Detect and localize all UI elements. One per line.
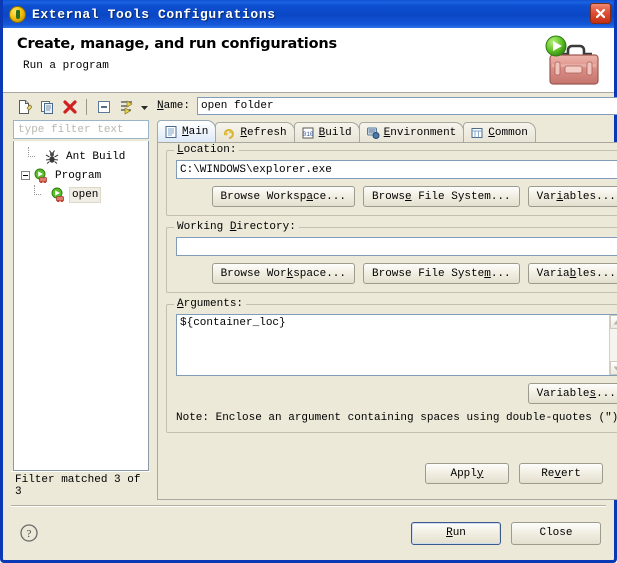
location-input[interactable] [176, 160, 617, 179]
working-directory-input[interactable] [176, 237, 617, 256]
tab-bar: Main Refresh 010 Build Environment Commo… [155, 120, 617, 142]
workdir-browse-workspace-button[interactable]: Browse Wor k space... [211, 263, 355, 284]
page-title: Create, manage, and run configurations [17, 36, 337, 52]
new-document-icon[interactable] [13, 97, 34, 117]
location-group: Location: Browse Workspace... Browse Fil… [166, 144, 617, 216]
tab-label: Refresh [240, 126, 287, 139]
location-variables-button[interactable]: Var i ables... [527, 186, 617, 207]
footer-separator [11, 505, 606, 507]
location-browse-file-system-button[interactable]: Brows e File System... [362, 186, 520, 207]
configurations-toolbar [11, 95, 150, 119]
main-document-icon [164, 125, 178, 139]
arguments-group: Arguments: ${container_loc} Variable s .… [166, 298, 617, 433]
tree-item-label: Program [55, 169, 102, 182]
location-buttons: Browse Worksp a ce... Brows e File System..… [176, 186, 617, 207]
working-directory-group-title: Working Directory: [174, 221, 299, 233]
window-titlebar: External Tools Configurations [3, 0, 614, 28]
tab-common[interactable]: Common [463, 122, 536, 142]
arguments-value: ${container_loc} [180, 317, 286, 329]
program-icon [33, 168, 49, 184]
apply-revert-row: Appl y Re v ert [425, 463, 603, 484]
tree-item-label: open [69, 186, 102, 203]
svg-text:?: ? [27, 528, 32, 540]
main-area: type filter text Ant Build Program open … [11, 95, 617, 500]
arguments-variables-button[interactable]: Variable s... [527, 383, 617, 404]
tab-main[interactable]: Main [157, 120, 217, 142]
run-button[interactable]: Run [411, 521, 501, 545]
refresh-arrows-icon [222, 126, 236, 140]
arguments-scrollbar[interactable] [608, 315, 617, 375]
location-browse-workspace-button[interactable]: Browse Worksp a ce... [211, 186, 355, 207]
configurations-panel: type filter text Ant Build Program open … [11, 95, 150, 500]
location-group-title: Location: [174, 144, 240, 156]
tab-label: Environment [383, 126, 457, 139]
filter-input[interactable]: type filter text [13, 120, 149, 139]
main-tab-panel: Location: Browse Workspace... Browse Fil… [157, 142, 617, 500]
toolbar-separator [86, 99, 87, 115]
arguments-textarea[interactable]: ${container_loc} [176, 314, 617, 376]
dialog-footer: ? Run Close [6, 511, 611, 555]
working-directory-group: Working Directory: Browse Wor k space... B… [166, 221, 617, 293]
eclipse-external-tools-icon [9, 5, 26, 23]
arguments-note: Note: Enclose an argument containing spa… [176, 412, 617, 424]
help-question-icon[interactable]: ? [20, 524, 38, 542]
red-x-icon[interactable] [59, 97, 80, 117]
chevron-down-icon[interactable] [139, 97, 150, 117]
tab-label: Build [318, 126, 352, 139]
tree-item-label: Ant Build [66, 150, 126, 163]
tab-label: Common [488, 126, 528, 139]
tab-build[interactable]: 010 Build [293, 122, 360, 142]
program-icon [50, 187, 66, 203]
name-row: Name: [155, 95, 617, 117]
page-subtitle: Run a program [23, 60, 109, 72]
window-title: External Tools Configurations [32, 6, 276, 22]
arguments-buttons: Variable s... [176, 383, 617, 404]
filter-placeholder: type filter text [18, 123, 124, 136]
scroll-down-icon[interactable] [609, 361, 617, 375]
tree-item-ant-build[interactable]: Ant Build [14, 147, 148, 166]
apply-button[interactable]: Appl y [425, 463, 509, 484]
environment-monitor-icon [366, 126, 380, 140]
name-input[interactable] [197, 97, 617, 115]
dialog-content: type filter text Ant Build Program open … [6, 93, 617, 557]
common-table-icon [470, 126, 484, 140]
svg-text:010: 010 [302, 131, 313, 138]
tree-twisty-placeholder [34, 185, 50, 204]
tab-refresh[interactable]: Refresh [215, 122, 295, 142]
footer-buttons: Run Close [411, 521, 601, 545]
configurations-tree[interactable]: Ant Build Program open [13, 141, 149, 471]
tree-item-program[interactable]: Program [14, 166, 148, 185]
dialog-banner: Create, manage, and run configurations R… [3, 28, 614, 93]
toolbox-with-run-arrow-icon [545, 35, 599, 85]
workdir-variables-button[interactable]: Varia b les... [527, 263, 617, 284]
close-button[interactable]: Close [511, 521, 601, 545]
copy-icon[interactable] [36, 97, 57, 117]
close-icon[interactable] [590, 3, 611, 24]
working-directory-buttons: Browse Wor k space... Browse File Syste m..… [176, 263, 617, 284]
build-binary-icon: 010 [301, 126, 315, 140]
ant-icon [44, 149, 60, 165]
tab-environment[interactable]: Environment [358, 122, 465, 142]
external-tools-configurations-dialog: External Tools Configurations Create, ma… [0, 0, 617, 563]
tree-twisty-placeholder [28, 147, 44, 166]
scroll-up-icon[interactable] [609, 315, 617, 329]
workdir-browse-file-system-button[interactable]: Browse File Syste m... [363, 263, 520, 284]
revert-button[interactable]: Re v ert [519, 463, 603, 484]
name-label: Name: [157, 100, 191, 112]
configuration-editor-panel: Name: Main [155, 95, 617, 500]
filter-icon[interactable] [116, 97, 137, 117]
collapse-all-icon[interactable] [93, 97, 114, 117]
tree-item-open[interactable]: open [14, 185, 148, 204]
arguments-group-title: Arguments: [174, 298, 247, 310]
tree-expander-program[interactable] [17, 166, 33, 185]
filter-status: Filter matched 3 of 3 [11, 471, 150, 500]
tab-label: Main [182, 125, 209, 138]
